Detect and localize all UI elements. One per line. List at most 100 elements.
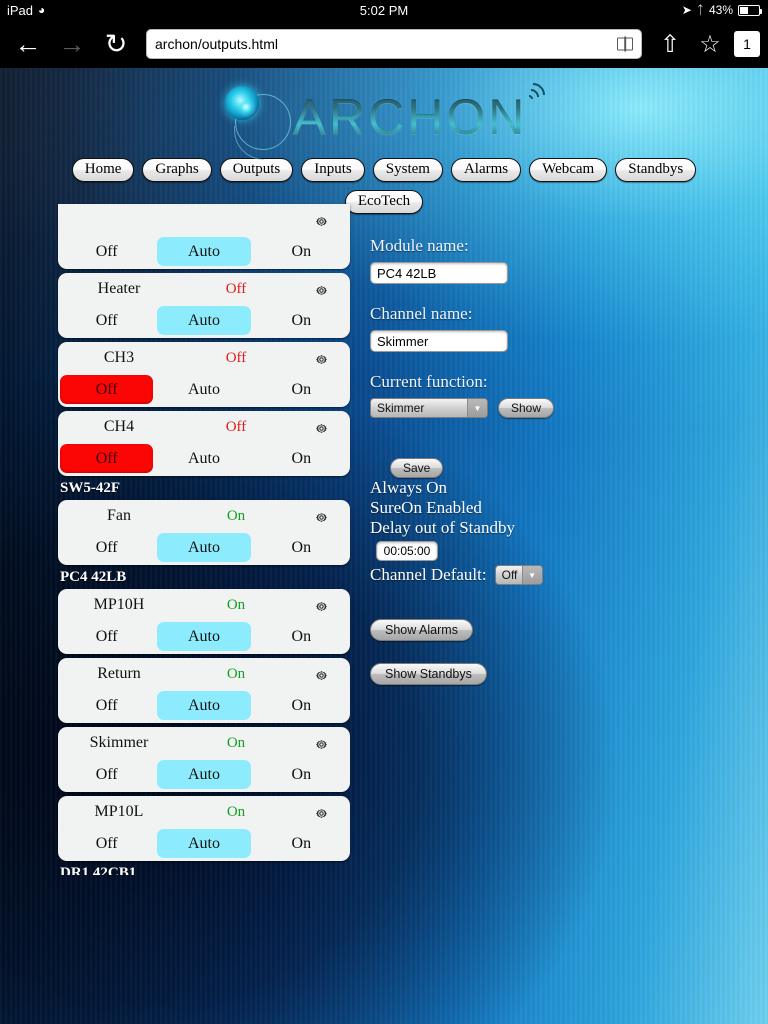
always-on-status: Always On <box>370 478 447 497</box>
channel-mode-on-button[interactable]: On <box>255 533 348 562</box>
channel-mode-off-button[interactable]: Off <box>60 760 153 789</box>
channel-state: On <box>226 803 246 820</box>
channel-default-select[interactable]: Off ▼ <box>494 565 543 585</box>
show-standbys-button[interactable]: Show Standbys <box>370 663 487 685</box>
gear-icon[interactable] <box>298 596 344 614</box>
channel-name: Return <box>97 665 141 682</box>
back-arrow-icon[interactable]: ← <box>6 22 50 66</box>
gear-icon[interactable] <box>298 280 344 298</box>
outputs-list: Off Auto On Heater Off Off Auto On CH3 Off Off Auto… <box>58 204 350 878</box>
channel-header: Heater Off <box>58 273 350 305</box>
nav-item-ecotech[interactable]: EcoTech <box>344 190 424 214</box>
address-bar[interactable]: archon/outputs.html <box>146 29 642 59</box>
output-channel-card: Skimmer On Off Auto On <box>58 727 350 792</box>
current-function-label: Current function: <box>370 372 488 391</box>
channel-mode-off-button[interactable]: Off <box>60 533 153 562</box>
channel-default-row: Channel Default: Off ▼ <box>370 565 768 585</box>
output-channel-card: MP10L On Off Auto On <box>58 796 350 861</box>
chevron-down-icon[interactable]: ▼ <box>467 399 487 417</box>
gear-icon[interactable] <box>298 349 344 367</box>
nav-item-alarms[interactable]: Alarms <box>450 158 522 182</box>
nav-item-standbys[interactable]: Standbys <box>615 158 697 182</box>
channel-mode-buttons: Off Auto On <box>58 690 350 723</box>
output-channel-card: Heater Off Off Auto On <box>58 273 350 338</box>
channel-mode-off-button[interactable]: Off <box>60 375 154 404</box>
output-group-label: PC4 42LB <box>60 569 127 585</box>
channel-header: MP10H On <box>58 589 350 621</box>
bookmark-star-icon[interactable]: ☆ <box>690 22 730 66</box>
gear-icon[interactable] <box>298 211 344 229</box>
channel-mode-on-button[interactable]: On <box>255 375 348 404</box>
tab-count-button[interactable]: 1 <box>734 31 760 57</box>
page-content: Off Auto On Heater Off Off Auto On CH3 Off Off Auto… <box>0 204 768 878</box>
channel-header: Return On <box>58 658 350 690</box>
channel-mode-auto-button[interactable]: Auto <box>157 829 251 858</box>
reader-view-icon[interactable] <box>617 37 633 51</box>
output-channel-card: Return On Off Auto On <box>58 658 350 723</box>
module-name-input[interactable]: PC4 42LB <box>370 262 508 284</box>
channel-mode-buttons: Off Auto On <box>58 443 350 476</box>
current-function-value: Skimmer <box>377 401 425 415</box>
logo-wordmark: ARCHON <box>292 89 528 145</box>
channel-mode-auto-button[interactable]: Auto <box>157 533 251 562</box>
gear-icon[interactable] <box>298 734 344 752</box>
save-button[interactable]: Save <box>390 458 444 478</box>
channel-mode-on-button[interactable]: On <box>255 829 348 858</box>
channel-state: Off <box>225 349 247 366</box>
show-button[interactable]: Show <box>498 398 555 418</box>
delay-standby-input[interactable]: 00:05:00 <box>376 541 438 561</box>
current-function-select[interactable]: Skimmer ▼ <box>370 398 488 418</box>
nav-item-outputs[interactable]: Outputs <box>219 158 294 182</box>
module-name-label: Module name: <box>370 236 469 255</box>
channel-state: Off <box>225 280 247 297</box>
channel-header <box>58 204 350 236</box>
channel-header: Skimmer On <box>58 727 350 759</box>
channel-mode-off-button[interactable]: Off <box>60 691 153 720</box>
channel-mode-auto-button[interactable]: Auto <box>157 691 251 720</box>
channel-mode-off-button[interactable]: Off <box>60 306 153 335</box>
gear-icon[interactable] <box>298 803 344 821</box>
channel-mode-on-button[interactable]: On <box>255 306 348 335</box>
channel-name-input[interactable]: Skimmer <box>370 330 508 352</box>
channel-mode-off-button[interactable]: Off <box>60 237 153 266</box>
channel-name: MP10L <box>94 803 144 820</box>
channel-mode-auto-button[interactable]: Auto <box>157 622 251 651</box>
show-alarms-button[interactable]: Show Alarms <box>370 619 473 641</box>
channel-mode-auto-button[interactable]: Auto <box>157 306 251 335</box>
channel-mode-off-button[interactable]: Off <box>60 622 153 651</box>
channel-mode-auto-button[interactable]: Auto <box>157 760 251 789</box>
nav-item-webcam[interactable]: Webcam <box>529 158 608 182</box>
output-channel-card: Fan On Off Auto On <box>58 500 350 565</box>
reload-icon[interactable]: ↻ <box>94 22 138 66</box>
channel-mode-buttons: Off Auto On <box>58 374 350 407</box>
nav-item-inputs[interactable]: Inputs <box>301 158 365 182</box>
channel-mode-buttons: Off Auto On <box>58 828 350 861</box>
channel-mode-on-button[interactable]: On <box>255 760 348 789</box>
battery-icon <box>738 4 762 16</box>
channel-mode-on-button[interactable]: On <box>255 622 348 651</box>
chevron-down-icon[interactable]: ▼ <box>521 566 542 584</box>
channel-mode-auto-button[interactable]: Auto <box>157 237 251 266</box>
channel-mode-on-button[interactable]: On <box>255 444 348 473</box>
nav-item-graphs[interactable]: Graphs <box>142 158 212 182</box>
gear-icon[interactable] <box>298 507 344 525</box>
channel-mode-auto-button[interactable]: Auto <box>157 375 250 404</box>
channel-mode-on-button[interactable]: On <box>255 237 348 266</box>
channel-mode-on-button[interactable]: On <box>255 691 348 720</box>
channel-mode-off-button[interactable]: Off <box>60 444 154 473</box>
battery-percent: 43% <box>708 3 733 17</box>
gear-icon[interactable] <box>298 418 344 436</box>
bluetooth-icon: ᛏ <box>696 3 704 17</box>
main-nav: Home Graphs Outputs Inputs System Alarms Webca… <box>0 158 768 182</box>
url-host: archon <box>155 36 198 52</box>
channel-state: On <box>226 665 246 682</box>
channel-mode-off-button[interactable]: Off <box>60 829 153 858</box>
nav-item-home[interactable]: Home <box>71 158 135 182</box>
forward-arrow-icon[interactable]: → <box>50 22 94 66</box>
channel-name: MP10H <box>93 596 145 613</box>
nav-item-system[interactable]: System <box>372 158 443 182</box>
share-icon[interactable]: ⇧ <box>650 22 690 66</box>
channel-mode-auto-button[interactable]: Auto <box>157 444 250 473</box>
site-header: ARCHON <box>0 68 768 160</box>
gear-icon[interactable] <box>298 665 344 683</box>
